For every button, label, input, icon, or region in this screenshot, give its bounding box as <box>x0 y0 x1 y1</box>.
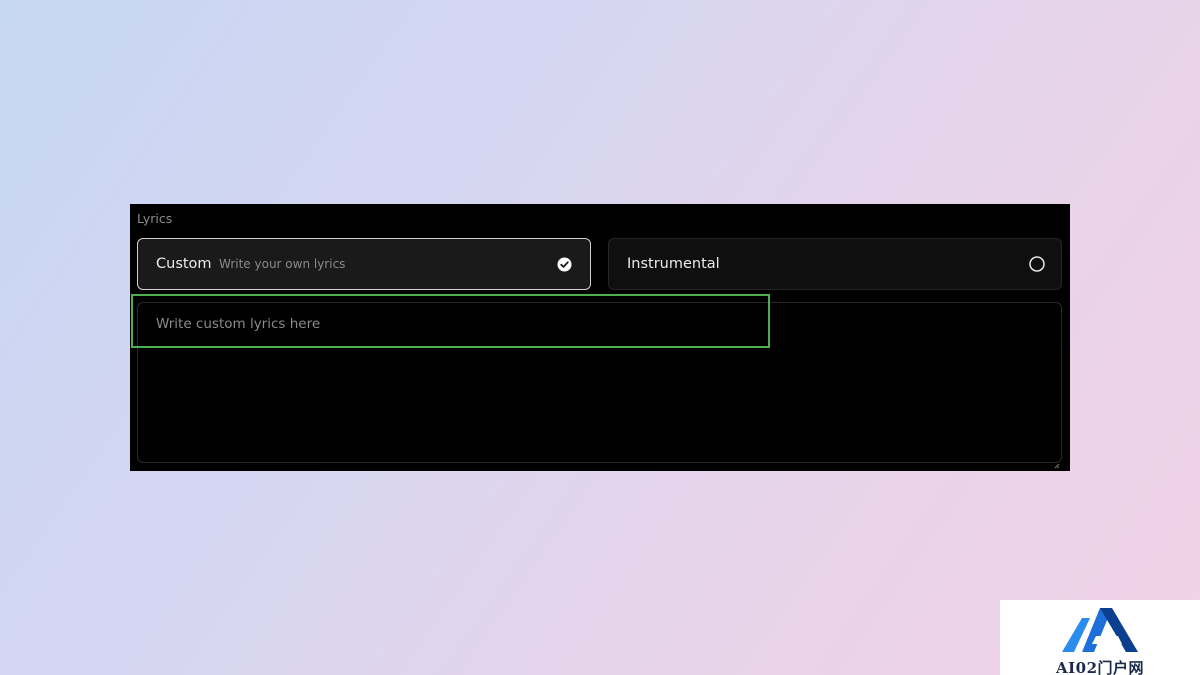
check-circle-icon <box>557 257 572 272</box>
watermark-logo-icon <box>1062 608 1138 652</box>
option-custom[interactable]: Custom Write your own lyrics <box>137 238 591 290</box>
option-custom-subtitle: Write your own lyrics <box>219 257 346 271</box>
lyrics-panel: Lyrics Custom Write your own lyrics Inst… <box>130 204 1070 471</box>
lyrics-textarea[interactable]: Write custom lyrics here <box>137 302 1062 469</box>
option-custom-title: Custom <box>156 256 212 272</box>
radio-circle-icon <box>1029 256 1045 272</box>
watermark-text: AI02门户网 <box>1055 659 1145 675</box>
lyrics-section-label: Lyrics <box>137 211 173 226</box>
lyrics-textarea-placeholder: Write custom lyrics here <box>156 316 321 332</box>
option-instrumental-title: Instrumental <box>627 256 720 272</box>
watermark: AI02门户网 <box>1000 600 1200 675</box>
resize-handle-icon[interactable] <box>1053 454 1060 469</box>
option-instrumental[interactable]: Instrumental <box>608 238 1062 290</box>
